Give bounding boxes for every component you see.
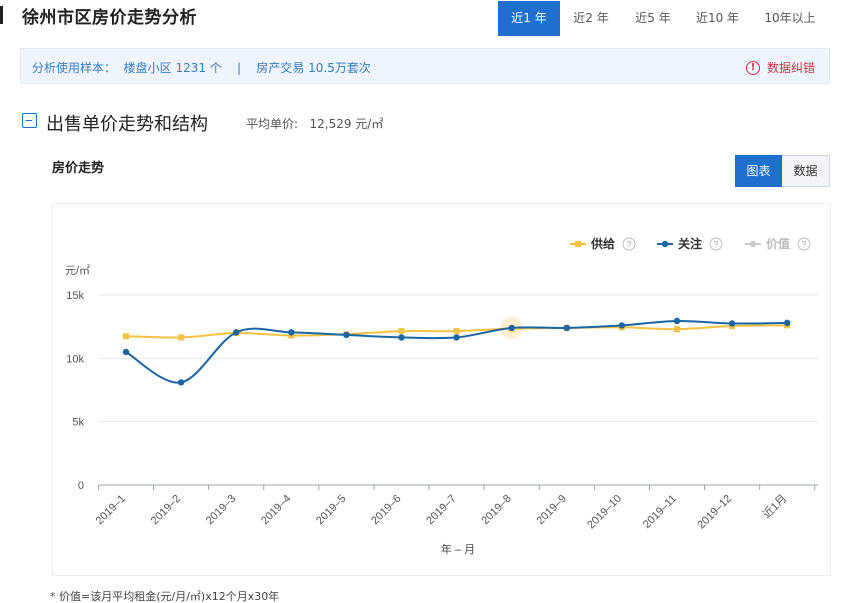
attention-point [288,329,295,336]
supply-point [453,328,460,335]
time-range-tabs: 近1 年 近2 年 近5 年 近10 年 10年以上 [498,1,829,36]
attention-point [728,320,736,327]
x-tick-label: 2019–12 [695,493,734,532]
legend-label: 供给 [590,236,615,251]
average-price: 平均单价: 12,529 元/㎡ [246,117,384,131]
x-tick-label: 近1月 [760,492,789,521]
y-tick-label: 0 [78,480,84,492]
legend-label: 价值 [766,236,790,251]
page-title: 徐州市区房价走势分析 [22,8,197,28]
x-axis-label: 年 – 月 [441,542,475,556]
data-correction-label: 数据纠错 [766,61,815,75]
x-tick-label: 2019–5 [314,493,348,527]
help-icon-glyph: ? [713,240,718,250]
y-tick-label: 10k [66,353,84,365]
tab-2-years[interactable]: 近2 年 [560,1,622,36]
help-icon-glyph: ? [626,240,631,250]
y-tick-label: 5k [72,417,84,429]
supply-point [123,333,129,340]
info-circle-icon: ! [745,60,760,75]
help-icon-glyph: ? [801,240,806,250]
supply-point [398,328,405,335]
attention-point [177,379,185,386]
attention-point [122,348,130,356]
legend-marker [575,241,581,247]
section-title: 出售单价走势和结构 [46,114,208,135]
x-tick-label: 2019–2 [149,493,183,527]
attention-point [563,324,570,332]
sample-info-text: 分析使用样本： 楼盘小区 1231 个 | 房产交易 10.5万套次 [32,61,371,75]
x-tick-label: 2019–10 [585,493,624,532]
supply-point [674,326,680,333]
tab-5-years[interactable]: 近5 年 [622,1,684,36]
tab-over-10-years[interactable]: 10年以上 [751,1,829,36]
data-correction-link[interactable]: ! 数据纠错 [745,59,815,76]
sample-info-bar: 分析使用样本： 楼盘小区 1231 个 | 房产交易 10.5万套次 ! 数据纠… [20,48,830,84]
x-tick-label: 2019–4 [259,493,293,527]
x-tick-label: 2019–9 [534,493,568,527]
x-tick-label: 2019–6 [369,493,403,527]
supply-point [178,334,185,341]
x-tick-label: 2019–3 [204,493,238,527]
x-tick-label: 2019–11 [641,493,679,531]
y-axis-label: 元/㎡ [65,264,90,277]
view-switch: 图表 数据 [735,155,830,187]
attention-point [784,319,791,327]
legend-marker [661,240,669,248]
y-tick-label: 15k [66,290,84,302]
chart-view-button[interactable]: 图表 [735,155,782,187]
legend-marker [749,240,757,248]
attention-point [673,317,681,325]
attention-point [618,322,626,329]
tab-1-year[interactable]: 近1 年 [498,1,560,36]
title-accent-bar [0,6,3,24]
legend-label: 关注 [678,236,702,251]
x-tick-label: 2019–8 [479,493,513,527]
price-trend-chart: 0 5k 10k 15k 元/㎡ 2019–1 2019–2 2019–3 2019–4 2019… [52,203,831,576]
attention-point [343,331,350,339]
attention-point [233,329,240,336]
collapse-section-icon[interactable] [22,113,37,128]
tab-10-years[interactable]: 近10 年 [684,1,751,36]
x-tick-label: 2019–7 [424,493,458,527]
value-footnote: * 价值=该月平均租金(元/月/㎡)x12个月x30年 [50,590,280,603]
chart-subtitle: 房价走势 [52,161,105,176]
price-trend-svg: 0 5k 10k 15k 元/㎡ 2019–1 2019–2 2019–3 2019–4 2019… [65,236,818,556]
attention-point [453,334,460,341]
attention-point [508,324,515,332]
attention-point [398,334,405,341]
x-tick-label: 2019–1 [94,493,128,527]
data-view-button[interactable]: 数据 [782,155,830,187]
